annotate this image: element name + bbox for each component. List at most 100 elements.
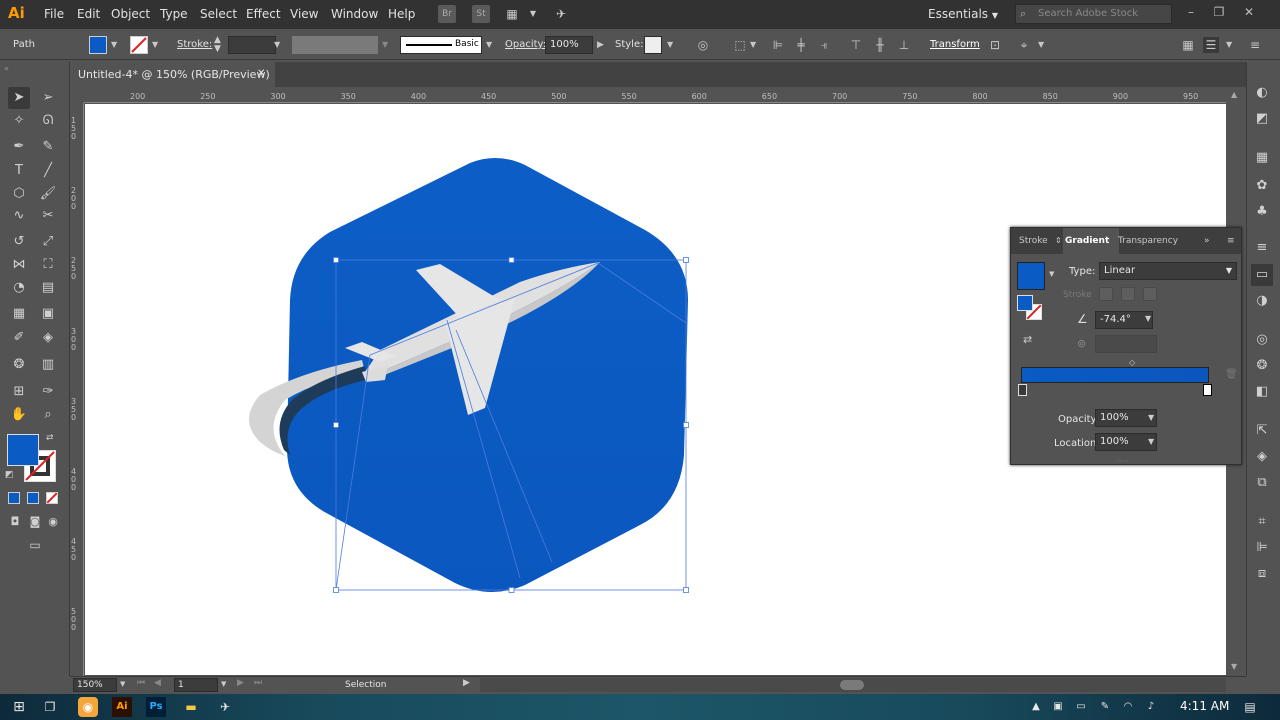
lasso-tool-icon[interactable]: ᘏ xyxy=(37,110,59,132)
screen-recorder-icon[interactable]: ✈ xyxy=(215,697,235,717)
stroke-label[interactable]: Stroke: xyxy=(177,39,212,50)
chevron-right-icon[interactable]: ▶ xyxy=(597,40,604,50)
shaper-tool-icon[interactable]: ∿ xyxy=(8,205,30,227)
chevron-down-icon[interactable]: ▼ xyxy=(667,40,673,49)
chevron-down-icon[interactable]: ▼ xyxy=(486,40,492,49)
chevron-down-icon[interactable]: ▼ xyxy=(221,680,226,688)
artboard-number-input[interactable]: 1 xyxy=(174,678,218,692)
chevron-down-icon[interactable]: ▼ xyxy=(750,40,756,49)
tab-toggle-icon[interactable]: ⇕ xyxy=(1055,236,1062,245)
stroke-swatch[interactable] xyxy=(130,36,148,54)
transform-panel-icon[interactable]: ⌗ xyxy=(1251,511,1273,533)
menu-help[interactable]: Help xyxy=(388,7,415,21)
stroke-panel-icon[interactable]: ≡ xyxy=(1251,237,1273,259)
last-artboard-icon[interactable]: ⏭ xyxy=(254,678,262,688)
chevron-down-icon[interactable]: ▼ xyxy=(1145,314,1151,323)
menu-view[interactable]: View xyxy=(290,7,318,21)
first-artboard-icon[interactable]: ⏮ xyxy=(137,678,145,688)
symbols-panel-icon[interactable]: ♣ xyxy=(1251,201,1273,223)
stroke-weight-input[interactable] xyxy=(228,36,276,54)
reverse-gradient-icon[interactable]: ⇄ xyxy=(1023,333,1032,346)
align-top-icon[interactable]: ⊤ xyxy=(848,37,864,53)
align-right-icon[interactable]: ⫣ xyxy=(816,37,832,53)
midpoint-diamond-icon[interactable]: ◇ xyxy=(1129,358,1135,367)
column-graph-tool-icon[interactable]: ▥ xyxy=(37,354,59,376)
graphic-styles-icon[interactable]: ❂ xyxy=(1251,355,1273,377)
stroke-weight-stepper[interactable]: ▲ ▼ xyxy=(214,36,221,54)
close-tab-icon[interactable]: ✕ xyxy=(257,68,265,79)
mesh-tool-icon[interactable]: ▦ xyxy=(8,303,30,325)
polygon-tool-icon[interactable]: ⬡ xyxy=(8,183,30,205)
recolor-artwork-icon[interactable]: ◎ xyxy=(695,37,711,53)
bridge-button[interactable]: Br xyxy=(438,5,456,23)
align-vertical-center-icon[interactable]: ╫ xyxy=(872,37,888,53)
gradient-fill-box[interactable] xyxy=(1017,295,1033,311)
export-assets-icon[interactable]: ⇱ xyxy=(1251,420,1273,442)
layers-visibility-icon[interactable]: ◧ xyxy=(1251,381,1273,403)
fill-color-box[interactable] xyxy=(7,434,39,466)
align-panel-icon[interactable]: ⊫ xyxy=(1251,537,1273,559)
chevron-down-icon[interactable]: ▼ xyxy=(382,40,388,49)
battery-icon[interactable]: ▭ xyxy=(1071,697,1091,717)
gradient-stop-end[interactable] xyxy=(1203,384,1212,396)
variable-width-profile[interactable] xyxy=(292,36,378,54)
align-to-icon[interactable]: ⬚ xyxy=(732,37,748,53)
minimize-icon[interactable]: – xyxy=(1180,3,1202,21)
chevron-down-icon[interactable]: ▼ xyxy=(1049,270,1054,278)
layers-panel-icon[interactable]: ◈ xyxy=(1251,446,1273,468)
color-guide-icon[interactable]: ◩ xyxy=(1251,108,1273,130)
ruler-origin[interactable] xyxy=(70,88,84,103)
grid-view-icon[interactable]: ▦ xyxy=(1180,37,1196,53)
windows-start-icon[interactable]: ⊞ xyxy=(9,697,29,717)
close-icon[interactable]: ✕ xyxy=(1238,3,1260,21)
delete-stop-icon[interactable]: 🗑 xyxy=(1225,369,1238,380)
current-tool-status[interactable]: Selection xyxy=(345,680,386,690)
collapse-panel-icon[interactable]: « xyxy=(4,64,9,73)
fill-swatch[interactable] xyxy=(89,36,107,54)
transform-button[interactable]: Transform xyxy=(930,39,980,50)
menu-window[interactable]: Window xyxy=(331,7,378,21)
type-tool-icon[interactable]: T xyxy=(8,160,30,182)
menu-object[interactable]: Object xyxy=(111,7,150,21)
opacity-label[interactable]: Opacity: xyxy=(505,39,546,50)
menu-type[interactable]: Type xyxy=(160,7,188,21)
symbol-sprayer-tool-icon[interactable]: ❂ xyxy=(8,354,30,376)
align-bottom-icon[interactable]: ⊥ xyxy=(896,37,912,53)
restore-icon[interactable]: ❐ xyxy=(1208,3,1230,21)
paintbrush-tool-icon[interactable]: 🖌 xyxy=(37,183,59,205)
menu-effect[interactable]: Effect xyxy=(246,7,281,21)
slice-tool-icon[interactable]: ✑ xyxy=(37,381,59,403)
chevron-down-icon[interactable]: ▼ xyxy=(1226,40,1232,49)
free-transform-tool-icon[interactable]: ⛶ xyxy=(37,254,59,276)
show-hidden-icons-icon[interactable]: ▲ xyxy=(1026,697,1046,717)
network-icon[interactable]: ▣ xyxy=(1048,697,1068,717)
gpu-performance-icon[interactable]: ✈ xyxy=(552,5,570,23)
brush-definition[interactable]: Basic xyxy=(400,36,482,54)
chevron-down-icon[interactable]: ▼ xyxy=(111,40,117,49)
volume-icon[interactable]: ♪ xyxy=(1141,697,1161,717)
default-colors-icon[interactable]: ◩ xyxy=(5,470,14,480)
puppet-warp-icon[interactable]: ⌖ xyxy=(1016,37,1032,53)
color-panel-icon[interactable]: ◐ xyxy=(1251,82,1273,104)
arrange-documents-icon[interactable]: ▦ xyxy=(503,5,521,23)
chevron-down-icon[interactable]: ▼ xyxy=(274,40,280,49)
stroke-gradient-across-button[interactable] xyxy=(1143,287,1157,301)
panel-menu-icon[interactable]: ☰ xyxy=(1203,37,1219,53)
file-explorer-icon[interactable]: ▬ xyxy=(181,697,201,717)
browser-app-icon[interactable]: ◉ xyxy=(78,697,98,717)
appearance-panel-icon[interactable]: ◎ xyxy=(1251,329,1273,351)
chevron-down-icon[interactable]: ▼ xyxy=(524,5,542,23)
scissors-tool-icon[interactable]: ✂ xyxy=(37,205,59,227)
zoom-tool-icon[interactable]: ⌕ xyxy=(37,404,59,426)
pen-workspace-icon[interactable]: ✎ xyxy=(1095,697,1115,717)
scroll-up-icon[interactable]: ▲ xyxy=(1231,90,1237,99)
task-view-icon[interactable]: ❐ xyxy=(40,697,60,717)
gradient-tool-icon[interactable]: ▣ xyxy=(37,303,59,325)
isolate-selected-icon[interactable]: ⊡ xyxy=(987,37,1003,53)
panel-menu-icon[interactable]: ≡ xyxy=(1227,236,1235,246)
chevron-down-icon[interactable]: ▼ xyxy=(120,680,125,688)
swatches-panel-icon[interactable]: ▦ xyxy=(1251,147,1273,169)
hamburger-menu-icon[interactable]: ≡ xyxy=(1247,37,1263,53)
line-segment-tool-icon[interactable]: ╱ xyxy=(37,160,59,182)
chevron-down-icon[interactable]: ▼ xyxy=(1148,437,1154,446)
